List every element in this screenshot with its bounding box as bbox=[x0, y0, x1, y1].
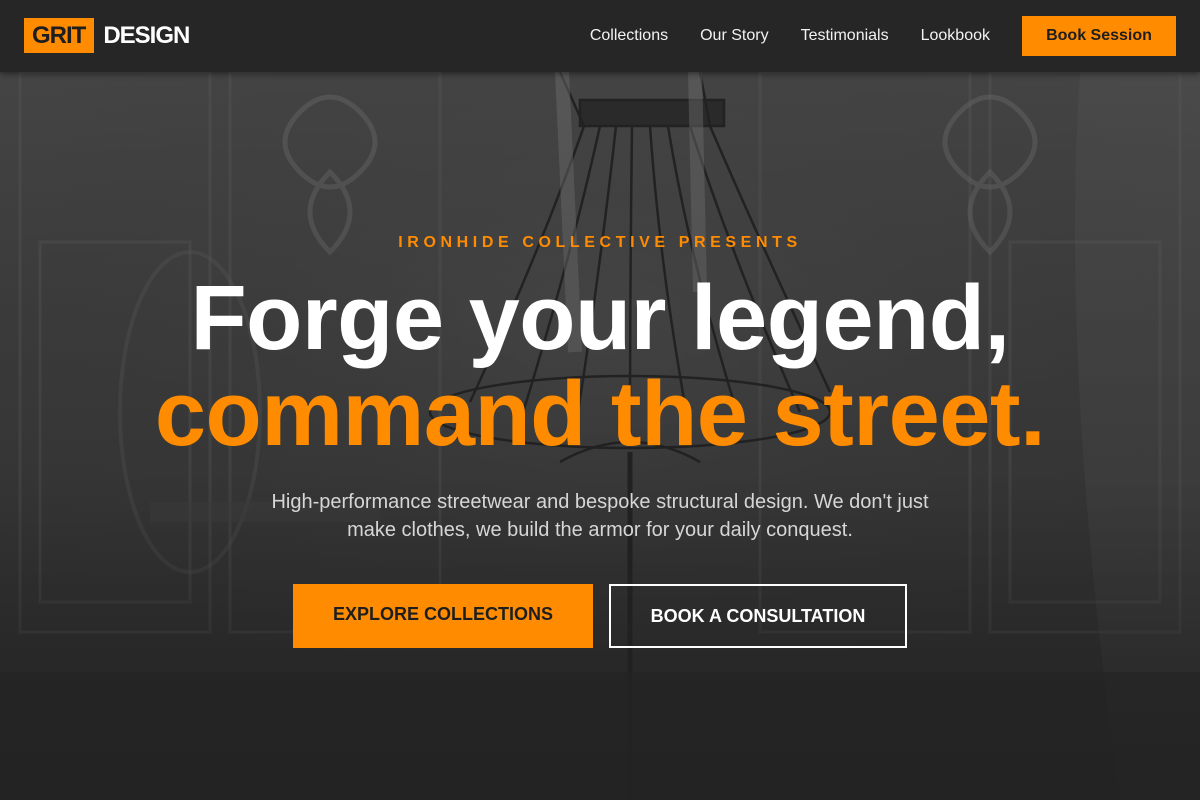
main-nav: Collections Our Story Testimonials Lookb… bbox=[590, 16, 1176, 56]
hero-section: IRONHIDE COLLECTIVE PRESENTS Forge your … bbox=[0, 72, 1200, 800]
nav-link-our-story[interactable]: Our Story bbox=[700, 27, 768, 45]
headline-line-2: command the street. bbox=[154, 363, 1046, 465]
hero-content: IRONHIDE COLLECTIVE PRESENTS Forge your … bbox=[0, 72, 1200, 800]
brand-logo[interactable]: GRIT DESIGN bbox=[24, 18, 190, 53]
nav-link-testimonials[interactable]: Testimonials bbox=[801, 27, 889, 45]
hero-headline: Forge your legend, command the street. bbox=[0, 270, 1200, 462]
explore-collections-button[interactable]: EXPLORE COLLECTIONS bbox=[293, 584, 593, 648]
nav-link-collections[interactable]: Collections bbox=[590, 27, 668, 45]
hero-subtext: High-performance streetwear and bespoke … bbox=[271, 491, 929, 541]
hero-actions: EXPLORE COLLECTIONS BOOK A CONSULTATION bbox=[293, 584, 907, 648]
logo-badge: GRIT bbox=[24, 18, 95, 53]
site-header: GRIT DESIGN Collections Our Story Testim… bbox=[0, 0, 1200, 72]
logo-wordmark: DESIGN bbox=[103, 21, 190, 49]
headline-line-1: Forge your legend, bbox=[190, 267, 1010, 369]
book-consultation-button[interactable]: BOOK A CONSULTATION bbox=[609, 584, 907, 648]
nav-link-lookbook[interactable]: Lookbook bbox=[921, 27, 990, 45]
book-session-button[interactable]: Book Session bbox=[1022, 16, 1176, 56]
hero-eyebrow: IRONHIDE COLLECTIVE PRESENTS bbox=[398, 234, 802, 251]
